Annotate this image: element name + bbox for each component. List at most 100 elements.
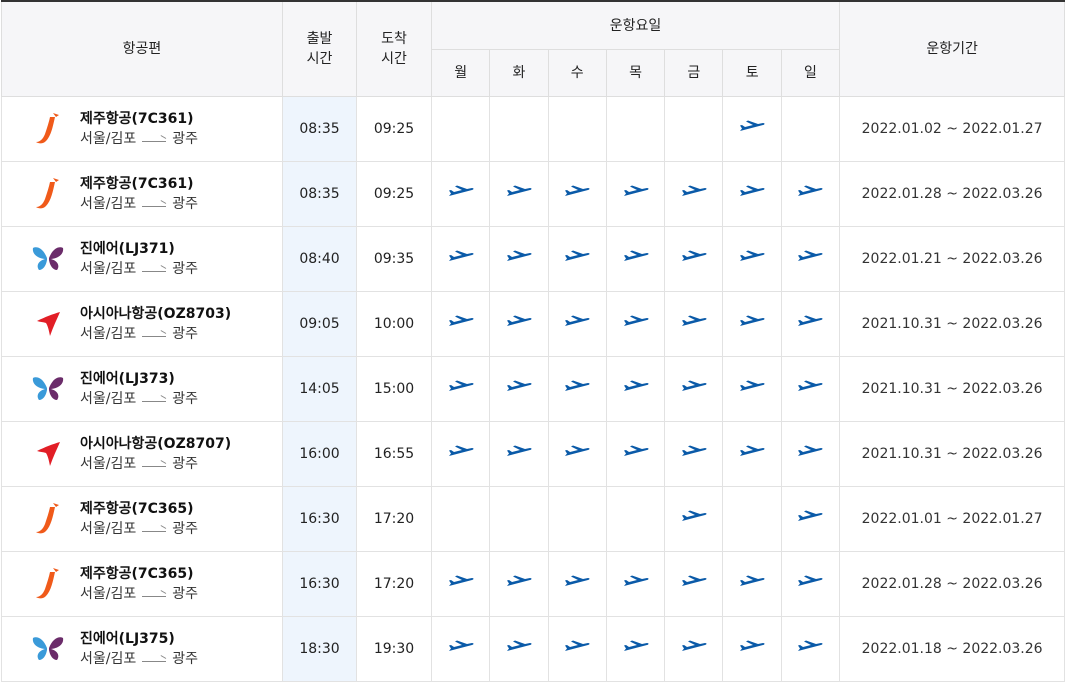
operating-day-cell: [489, 616, 549, 682]
operating-day-cell: [780, 421, 841, 487]
header-day-sun: 일: [780, 49, 841, 97]
table-row: 아시아나항공(OZ8703) 서울/김포 광주 09:05 10:00 2021.10.3…: [1, 291, 1065, 357]
table-row: 아시아나항공(OZ8707) 서울/김포 광주 16:00 16:55 2021.10.3…: [1, 421, 1065, 487]
asiana-logo: [28, 434, 68, 474]
route-destination: 광주: [172, 260, 199, 277]
operating-day-cell: [722, 551, 782, 617]
flight-cell: 제주항공(7C365) 서울/김포 광주: [1, 551, 283, 617]
operating-day-cell: [780, 616, 841, 682]
operating-day-cell: [430, 226, 491, 292]
operating-period: 2022.01.18 ~ 2022.03.26: [839, 616, 1065, 682]
flight-name: 아시아나항공(OZ8707): [80, 435, 232, 452]
flight-name: 아시아나항공(OZ8703): [80, 305, 232, 322]
arrival-time: 16:55: [356, 421, 432, 487]
route-destination: 광주: [172, 455, 199, 472]
operating-day-cell: [430, 291, 491, 357]
arrival-time: 17:20: [356, 486, 432, 552]
flight-name: 제주항공(7C365): [80, 565, 194, 582]
airplane-icon: [564, 250, 590, 268]
arrow-right-icon: [142, 660, 167, 662]
operating-day-cell: [722, 616, 782, 682]
flight-name: 진에어(LJ371): [80, 240, 175, 257]
route-destination: 광주: [172, 195, 199, 212]
operating-day-cell: [547, 161, 607, 227]
airplane-icon: [506, 250, 532, 268]
flight-name: 제주항공(7C361): [80, 175, 194, 192]
operating-day-cell: [547, 96, 607, 162]
jin-air-logo: [28, 369, 68, 409]
jeju-air-logo: [28, 564, 68, 604]
arrival-time: 15:00: [356, 356, 432, 422]
airplane-icon: [623, 640, 649, 658]
operating-day-cell: [780, 486, 841, 552]
operating-day-cell: [430, 356, 491, 422]
operating-day-cell: [547, 291, 607, 357]
operating-day-cell: [605, 356, 666, 422]
operating-day-cell: [547, 226, 607, 292]
route-destination: 광주: [172, 130, 199, 147]
airplane-icon: [448, 315, 474, 333]
operating-day-cell: [605, 486, 666, 552]
flight-route: 서울/김포 광주: [80, 389, 198, 410]
operating-period: 2022.01.02 ~ 2022.01.27: [839, 96, 1065, 162]
flight-cell: 제주항공(7C361) 서울/김포 광주: [1, 161, 283, 227]
operating-day-cell: [722, 356, 782, 422]
operating-day-cell: [605, 291, 666, 357]
route-destination: 광주: [172, 520, 199, 537]
operating-day-cell: [547, 421, 607, 487]
flight-route: 서울/김포 광주: [80, 519, 198, 540]
airplane-icon: [448, 640, 474, 658]
flight-name: 제주항공(7C365): [80, 500, 194, 517]
airplane-icon: [564, 575, 590, 593]
airplane-icon: [797, 185, 823, 203]
departure-time: 16:00: [282, 421, 357, 487]
header-operating-period: 운항기간: [839, 0, 1065, 97]
operating-day-cell: [722, 421, 782, 487]
arrow-right-icon: [142, 595, 167, 597]
arrow-right-icon: [142, 400, 167, 402]
route-destination: 광주: [172, 325, 199, 342]
airplane-icon: [448, 250, 474, 268]
flight-route: 서울/김포 광주: [80, 454, 231, 475]
airplane-icon: [623, 445, 649, 463]
route-origin: 서울/김포: [80, 455, 137, 472]
flight-cell: 제주항공(7C365) 서울/김포 광주: [1, 486, 283, 552]
airplane-icon: [797, 640, 823, 658]
flight-name: 진에어(LJ373): [80, 370, 175, 387]
operating-day-cell: [605, 161, 666, 227]
operating-day-cell: [605, 96, 666, 162]
airplane-icon: [681, 640, 707, 658]
flight-route: 서울/김포 광주: [80, 649, 198, 670]
flight-route: 서울/김포 광주: [80, 324, 231, 345]
table-row: 진에어(LJ375) 서울/김포 광주 18:30 19:30 2022.01.18 ~ …: [1, 616, 1065, 682]
airplane-icon: [564, 445, 590, 463]
operating-day-cell: [664, 421, 724, 487]
operating-day-cell: [605, 616, 666, 682]
airplane-icon: [506, 575, 532, 593]
operating-day-cell: [722, 291, 782, 357]
operating-day-cell: [547, 616, 607, 682]
flight-route: 서울/김포 광주: [80, 129, 198, 150]
table-row: 진에어(LJ371) 서울/김포 광주 08:40 09:35 2022.01.21 ~ …: [1, 226, 1065, 292]
departure-time: 09:05: [282, 291, 357, 357]
airplane-icon: [681, 315, 707, 333]
operating-day-cell: [780, 551, 841, 617]
operating-day-cell: [430, 551, 491, 617]
operating-day-cell: [489, 226, 549, 292]
operating-day-cell: [489, 421, 549, 487]
departure-time: 08:40: [282, 226, 357, 292]
airplane-icon: [681, 445, 707, 463]
flight-cell: 진에어(LJ373) 서울/김포 광주: [1, 356, 283, 422]
operating-day-cell: [722, 226, 782, 292]
airplane-icon: [506, 445, 532, 463]
operating-period: 2022.01.21 ~ 2022.03.26: [839, 226, 1065, 292]
operating-period: 2022.01.28 ~ 2022.03.26: [839, 551, 1065, 617]
flight-name: 제주항공(7C361): [80, 110, 194, 127]
departure-time: 16:30: [282, 486, 357, 552]
departure-time: 08:35: [282, 96, 357, 162]
airplane-icon: [739, 315, 765, 333]
departure-time: 14:05: [282, 356, 357, 422]
airplane-icon: [739, 575, 765, 593]
airplane-icon: [797, 315, 823, 333]
airplane-icon: [797, 380, 823, 398]
